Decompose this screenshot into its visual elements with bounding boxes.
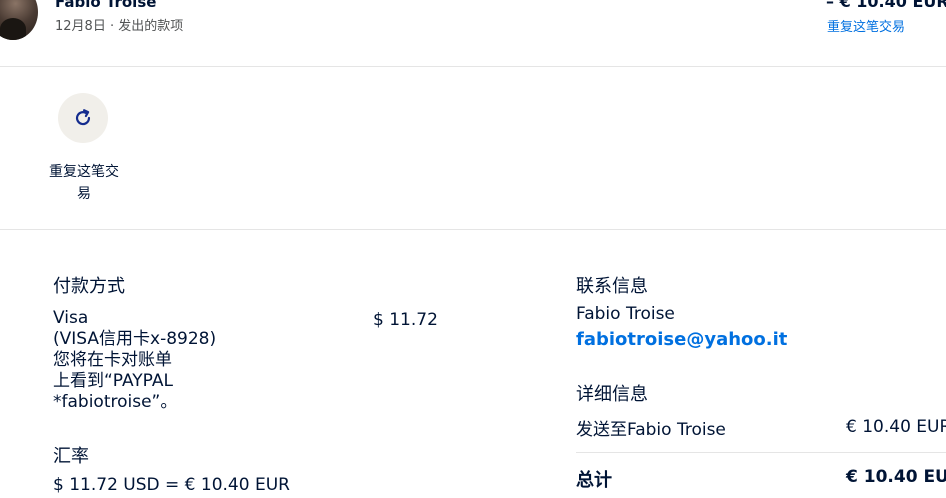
refresh-icon — [76, 109, 91, 126]
details-heading: 详细信息 — [576, 384, 648, 405]
repeat-transaction-button[interactable] — [58, 93, 108, 143]
payment-line: Visa — [53, 308, 89, 328]
payment-line: *fabiotroise”。 — [53, 392, 178, 412]
payment-line: (VISA信用卡x-8928) — [53, 329, 217, 349]
sent-to-label: 发送至Fabio Troise — [576, 420, 726, 440]
exchange-rate-heading: 汇率 — [53, 446, 89, 467]
payment-amount: $ 11.72 — [373, 310, 438, 330]
divider — [0, 229, 946, 230]
payment-line: 上看到“PAYPAL — [53, 371, 173, 391]
contact-name: Fabio Troise — [576, 304, 675, 324]
payment-line: 您将在卡对账单 — [53, 350, 172, 370]
payment-method-heading: 付款方式 — [53, 276, 125, 297]
total-amount: € 10.40 EUR — [846, 467, 946, 487]
transaction-amount: – € 10.40 EUR — [826, 0, 946, 11]
total-label: 总计 — [576, 470, 612, 491]
repeat-transaction-label: 重复这笔交易 — [49, 164, 119, 202]
avatar — [0, 0, 38, 40]
contact-email-link[interactable]: fabiotroise@yahoo.it — [576, 329, 787, 350]
repeat-transaction-link[interactable]: 重复这笔交易 — [827, 16, 905, 35]
exchange-rate-value: $ 11.72 USD = € 10.40 EUR — [53, 475, 290, 495]
divider — [576, 452, 946, 453]
sent-to-amount: € 10.40 EUR — [846, 417, 946, 437]
payment-method-description: Visa (VISA信用卡x-8928) 您将在卡对账单 上看到“PAYPAL … — [53, 308, 216, 413]
divider — [0, 66, 946, 67]
recipient-name: Fabio Troise — [55, 0, 157, 11]
transaction-date-type: 12月8日 · 发出的款项 — [55, 19, 184, 34]
contact-info-heading: 联系信息 — [576, 276, 648, 297]
